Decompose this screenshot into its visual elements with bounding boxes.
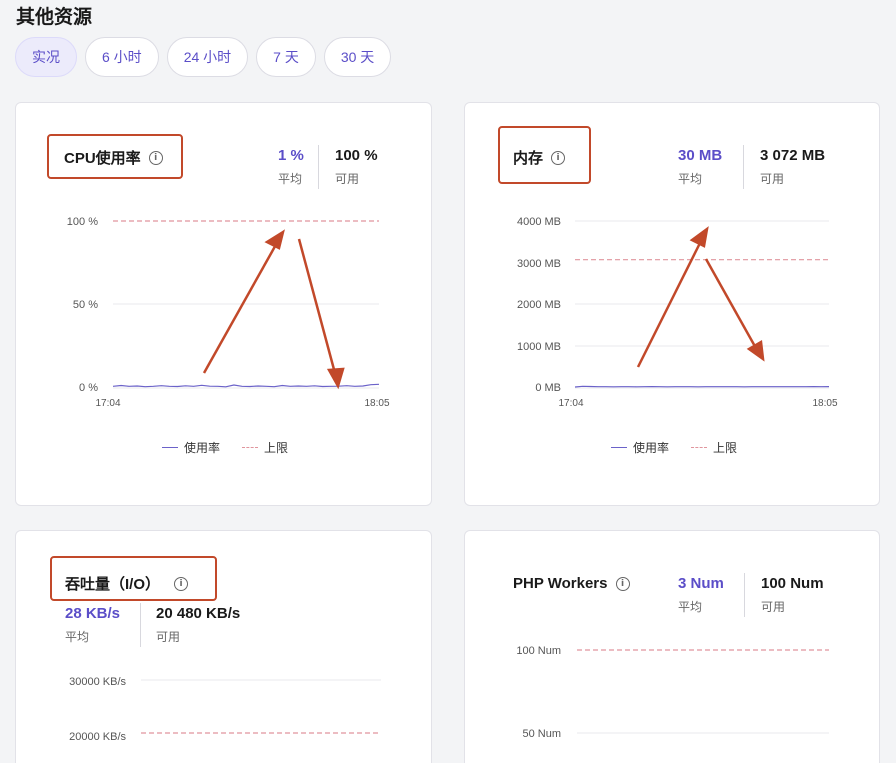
legend-usage-label: 使用率 bbox=[184, 441, 221, 455]
io-chart: 30000 KB/s 20000 KB/s bbox=[69, 676, 381, 743]
arrow-down-head bbox=[746, 339, 765, 362]
io-card: 吞吐量（I/O） i 28 KB/s 平均 20 480 KB/s 可用 300… bbox=[15, 530, 432, 763]
cpu-y-tick-0: 0 % bbox=[79, 382, 98, 394]
legend-usage: 使用率 bbox=[611, 439, 669, 456]
legend-limit-label: 上限 bbox=[264, 441, 289, 455]
legend-limit: 上限 bbox=[691, 439, 737, 456]
memory-chart: 4000 MB 3000 MB 2000 MB 1000 MB 0 MB 17:… bbox=[517, 216, 838, 409]
memory-y-tick-1000: 1000 MB bbox=[517, 341, 561, 353]
cpu-legend: 使用率 上限 bbox=[162, 439, 288, 456]
limit-swatch bbox=[242, 447, 259, 448]
memory-usage-line bbox=[574, 385, 830, 388]
io-y-tick-20000: 20000 KB/s bbox=[69, 731, 126, 743]
php-y-tick-100: 100 Num bbox=[516, 645, 561, 657]
arrow-up bbox=[202, 240, 280, 374]
memory-x-tick-end: 18:05 bbox=[812, 398, 837, 409]
limit-swatch bbox=[691, 447, 708, 448]
tab-live[interactable]: 实况 bbox=[15, 37, 77, 77]
memory-y-tick-4000: 4000 MB bbox=[517, 216, 561, 228]
php-workers-card: PHP Workers i 3 Num 平均 100 Num 可用 100 Nu… bbox=[464, 530, 880, 763]
cpu-y-axis: 100 % 50 % 0 % bbox=[67, 216, 98, 394]
cpu-chart: 100 % 50 % 0 % 17:04 18:05 bbox=[67, 216, 390, 409]
cpu-y-tick-50: 50 % bbox=[73, 299, 98, 311]
legend-limit: 上限 bbox=[242, 439, 288, 456]
page-title: 其他资源 bbox=[16, 7, 93, 28]
memory-y-tick-2000: 2000 MB bbox=[517, 299, 561, 311]
memory-y-axis: 4000 MB 3000 MB 2000 MB 1000 MB 0 MB bbox=[517, 216, 561, 394]
arrow-up bbox=[636, 238, 704, 368]
php-chart: 100 Num 50 Num bbox=[516, 645, 829, 740]
tab-6-hours[interactable]: 6 小时 bbox=[85, 37, 159, 77]
memory-x-tick-start: 17:04 bbox=[558, 398, 583, 409]
legend-limit-label: 上限 bbox=[713, 441, 738, 455]
arrow-up-head bbox=[264, 229, 285, 250]
memory-y-tick-0: 0 MB bbox=[535, 382, 561, 394]
io-y-tick-30000: 30000 KB/s bbox=[69, 676, 126, 688]
cpu-x-tick-end: 18:05 bbox=[364, 398, 389, 409]
cpu-y-tick-100: 100 % bbox=[67, 216, 98, 228]
tab-30-days[interactable]: 30 天 bbox=[323, 37, 392, 77]
cpu-x-tick-start: 17:04 bbox=[95, 398, 120, 409]
annotation-arrows bbox=[202, 229, 345, 390]
memory-y-tick-3000: 3000 MB bbox=[517, 258, 561, 270]
legend-usage: 使用率 bbox=[162, 439, 220, 456]
usage-swatch bbox=[611, 447, 627, 448]
usage-swatch bbox=[162, 447, 178, 448]
cpu-card: CPU使用率 i 1 % 平均 100 % 可用 100 % 50 % 0 % … bbox=[15, 102, 432, 506]
time-range-tabs: 实况 6 小时 24 小时 7 天 30 天 bbox=[15, 37, 392, 77]
memory-card: 内存 i 30 MB 平均 3 072 MB 可用 4000 MB 3000 M… bbox=[464, 102, 880, 506]
legend-usage-label: 使用率 bbox=[633, 441, 670, 455]
tab-24-hours[interactable]: 24 小时 bbox=[166, 37, 249, 77]
arrow-down bbox=[297, 238, 338, 378]
arrow-up-head bbox=[689, 226, 709, 248]
memory-legend: 使用率 上限 bbox=[611, 439, 737, 456]
arrow-down-head bbox=[326, 367, 345, 390]
tab-7-days[interactable]: 7 天 bbox=[256, 37, 316, 77]
php-y-tick-50: 50 Num bbox=[522, 728, 561, 740]
